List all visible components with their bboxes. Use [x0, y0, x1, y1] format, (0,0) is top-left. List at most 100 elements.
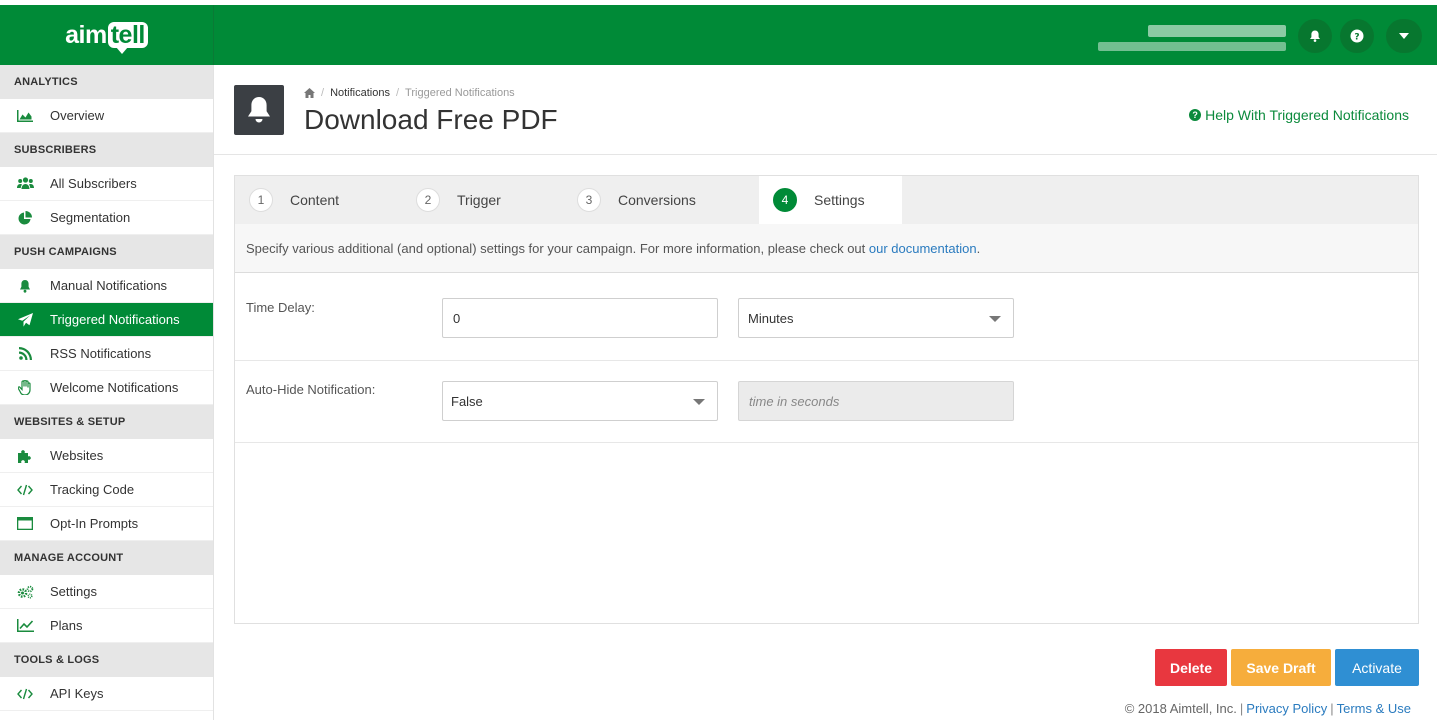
intro-text: Specify various additional (and optional…	[246, 241, 980, 256]
sidebar-section-tools-logs: TOOLS & LOGS	[0, 643, 213, 677]
sidebar-section-subscribers: SUBSCRIBERS	[0, 133, 213, 167]
footer-separator: |	[1239, 701, 1244, 716]
users-icon	[16, 175, 34, 193]
tab-step-number: 3	[577, 188, 601, 212]
time-delay-value: 0	[453, 310, 461, 326]
tab-step-number: 2	[416, 188, 440, 212]
logo-area[interactable]: aim tell	[0, 5, 214, 65]
sidebar-item-plans[interactable]: Plans	[0, 609, 213, 643]
sidebar-item-label: RSS Notifications	[50, 346, 152, 361]
code-icon	[16, 685, 34, 703]
help-triggered-notifications-link[interactable]: ? Help With Triggered Notifications	[1189, 107, 1409, 123]
sidebar-section-analytics: ANALYTICS	[0, 65, 213, 99]
sidebar-item-label: Opt-In Prompts	[50, 516, 139, 531]
auto-hide-seconds-placeholder: time in seconds	[749, 393, 840, 409]
puzzle-icon	[16, 447, 34, 465]
terms-link[interactable]: Terms & Use	[1337, 701, 1411, 716]
breadcrumb-notifications[interactable]: Notifications	[330, 87, 390, 99]
sidebar-item-all-subscribers[interactable]: All Subscribers	[0, 167, 213, 201]
user-name-redacted	[1148, 25, 1286, 37]
tab-label: Settings	[814, 192, 865, 208]
sidebar-item-websites[interactable]: Websites	[0, 439, 213, 473]
rss-icon	[16, 345, 34, 363]
paper-plane-icon	[16, 311, 34, 329]
sidebar-item-overview[interactable]: Overview	[0, 99, 213, 133]
sidebar-item-settings[interactable]: Settings	[0, 575, 213, 609]
tab-content[interactable]: 1 Content	[249, 176, 399, 224]
sidebar-item-label: Overview	[50, 108, 105, 123]
bell-icon	[1310, 30, 1320, 42]
settings-intro: Specify various additional (and optional…	[235, 224, 1418, 273]
page-title: Download Free PDF	[304, 104, 558, 135]
question-circle-icon: ?	[1189, 109, 1202, 121]
wizard-tabs: 1 Content 2 Trigger 3 Conversions 4 Sett…	[235, 176, 1418, 224]
sidebar-item-tracking-code[interactable]: Tracking Code	[0, 473, 213, 507]
logo-text-aim: aim	[65, 20, 107, 49]
home-icon[interactable]	[304, 88, 315, 98]
auto-hide-row: Auto-Hide Notification: False time in se…	[235, 361, 1418, 443]
page-bell-icon-box	[234, 85, 284, 135]
account-menu-button[interactable]	[1386, 19, 1422, 53]
notifications-button[interactable]	[1298, 19, 1332, 53]
question-circle-icon: ?	[1350, 29, 1364, 43]
bell-icon	[248, 97, 270, 123]
time-delay-input[interactable]: 0	[442, 298, 718, 338]
sidebar-item-label: Settings	[50, 584, 97, 599]
time-delay-row: Time Delay: 0 Minutes	[235, 273, 1418, 361]
tab-step-number: 4	[773, 188, 797, 212]
tab-trigger[interactable]: 2 Trigger	[416, 176, 566, 224]
intro-text-body: Specify various additional (and optional…	[246, 240, 869, 256]
chevron-down-icon	[989, 316, 1001, 322]
sidebar-item-segmentation[interactable]: Segmentation	[0, 201, 213, 235]
documentation-link[interactable]: our documentation	[869, 241, 977, 256]
sidebar-item-label: API Keys	[50, 686, 104, 701]
time-delay-label: Time Delay:	[246, 300, 315, 315]
help-link-label: Help With Triggered Notifications	[1205, 107, 1409, 123]
privacy-policy-link[interactable]: Privacy Policy	[1246, 701, 1327, 716]
intro-text-end: .	[976, 240, 981, 256]
page-header: / Notifications / Triggered Notification…	[214, 65, 1437, 155]
sidebar-section-manage-account: MANAGE ACCOUNT	[0, 541, 213, 575]
sidebar-item-opt-in-prompts[interactable]: Opt-In Prompts	[0, 507, 213, 541]
auto-hide-value: False	[451, 393, 483, 409]
auto-hide-label: Auto-Hide Notification:	[246, 382, 376, 397]
bell-icon	[16, 277, 34, 295]
tab-label: Content	[290, 192, 340, 208]
breadcrumb-separator: /	[321, 87, 325, 99]
auto-hide-seconds-input[interactable]: time in seconds	[738, 381, 1014, 421]
breadcrumb: / Notifications / Triggered Notification…	[304, 87, 515, 99]
aimtell-logo[interactable]: aim tell	[65, 20, 148, 54]
auto-hide-select[interactable]: False	[442, 381, 718, 421]
settings-panel: 1 Content 2 Trigger 3 Conversions 4 Sett…	[234, 175, 1419, 624]
sidebar: ANALYTICS Overview SUBSCRIBERS All Subsc…	[0, 65, 214, 720]
tab-conversions[interactable]: 3 Conversions	[577, 176, 747, 224]
tab-settings[interactable]: 4 Settings	[759, 176, 902, 224]
logo-text-tell: tell	[107, 22, 148, 54]
pie-chart-icon	[16, 209, 34, 227]
sidebar-item-label: Plans	[50, 618, 83, 633]
activate-button[interactable]: Activate	[1335, 649, 1419, 686]
time-delay-unit-select[interactable]: Minutes	[738, 298, 1014, 338]
sidebar-item-label: Websites	[50, 448, 104, 463]
gears-icon	[16, 583, 34, 601]
sidebar-item-manual-notifications[interactable]: Manual Notifications	[0, 269, 213, 303]
copyright-text: © 2018 Aimtell, Inc.	[1124, 701, 1237, 716]
user-email-redacted	[1098, 42, 1286, 51]
delete-button[interactable]: Delete	[1155, 649, 1227, 686]
footer-separator: |	[1330, 701, 1334, 716]
help-button[interactable]: ?	[1340, 19, 1374, 53]
sidebar-item-label: Welcome Notifications	[50, 380, 179, 395]
footer: © 2018 Aimtell, Inc. | Privacy Policy | Term…	[1125, 701, 1411, 716]
breadcrumb-current: Triggered Notifications	[405, 87, 515, 99]
tab-label: Conversions	[618, 192, 696, 208]
save-draft-button[interactable]: Save Draft	[1231, 649, 1331, 686]
area-chart-icon	[16, 107, 34, 125]
code-icon	[16, 481, 34, 499]
time-delay-unit-value: Minutes	[748, 310, 794, 326]
sidebar-item-api-keys[interactable]: API Keys	[0, 677, 213, 711]
sidebar-section-push-campaigns: PUSH CAMPAIGNS	[0, 235, 213, 269]
sidebar-item-rss-notifications[interactable]: RSS Notifications	[0, 337, 213, 371]
sidebar-item-triggered-notifications[interactable]: Triggered Notifications	[0, 303, 213, 337]
sidebar-item-welcome-notifications[interactable]: Welcome Notifications	[0, 371, 213, 405]
sidebar-section-websites-setup: WEBSITES & SETUP	[0, 405, 213, 439]
